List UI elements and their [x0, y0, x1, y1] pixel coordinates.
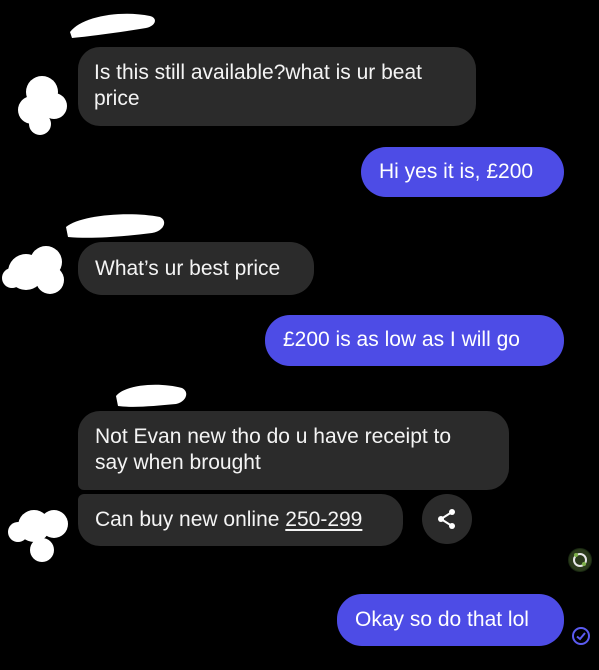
- message-text-line: Is this still available?what is ur beat: [94, 61, 422, 84]
- redacted-name-2: [66, 214, 165, 238]
- message-text: Can buy new online: [95, 508, 286, 531]
- message-text: What’s ur best price: [95, 257, 281, 280]
- redacted-avatar-2: [2, 246, 64, 294]
- message-outgoing[interactable]: Hi yes it is, £200: [361, 147, 564, 197]
- redacted-name-1: [70, 13, 155, 38]
- message-text-line: say when brought: [95, 451, 261, 474]
- redacted-avatar-3: [8, 510, 68, 562]
- message-text: £200 is as low as I will go: [283, 328, 520, 351]
- contact-avatar: [568, 548, 592, 572]
- message-text: Hi yes it is, £200: [379, 160, 534, 183]
- message-outgoing[interactable]: £200 is as low as I will go: [265, 315, 564, 366]
- message-incoming[interactable]: What’s ur best price: [78, 242, 314, 295]
- message-outgoing[interactable]: Okay so do that lol: [337, 594, 564, 646]
- message-text-line: price: [94, 87, 140, 110]
- redacted-avatar-1: [18, 76, 67, 135]
- share-icon: [438, 509, 455, 529]
- message-incoming[interactable]: Not Evan new tho do u have receipt to sa…: [78, 411, 509, 490]
- message-text-line: Not Evan new tho do u have receipt to: [95, 425, 452, 448]
- message-incoming[interactable]: Can buy new online 250-299: [78, 494, 403, 546]
- share-button[interactable]: [422, 494, 472, 544]
- redacted-name-3: [116, 384, 187, 407]
- message-incoming[interactable]: Is this still available?what is ur beat …: [78, 47, 476, 126]
- seen-check-icon: [572, 627, 590, 645]
- price-link[interactable]: 250-299: [285, 508, 362, 531]
- message-text: Okay so do that lol: [355, 608, 529, 631]
